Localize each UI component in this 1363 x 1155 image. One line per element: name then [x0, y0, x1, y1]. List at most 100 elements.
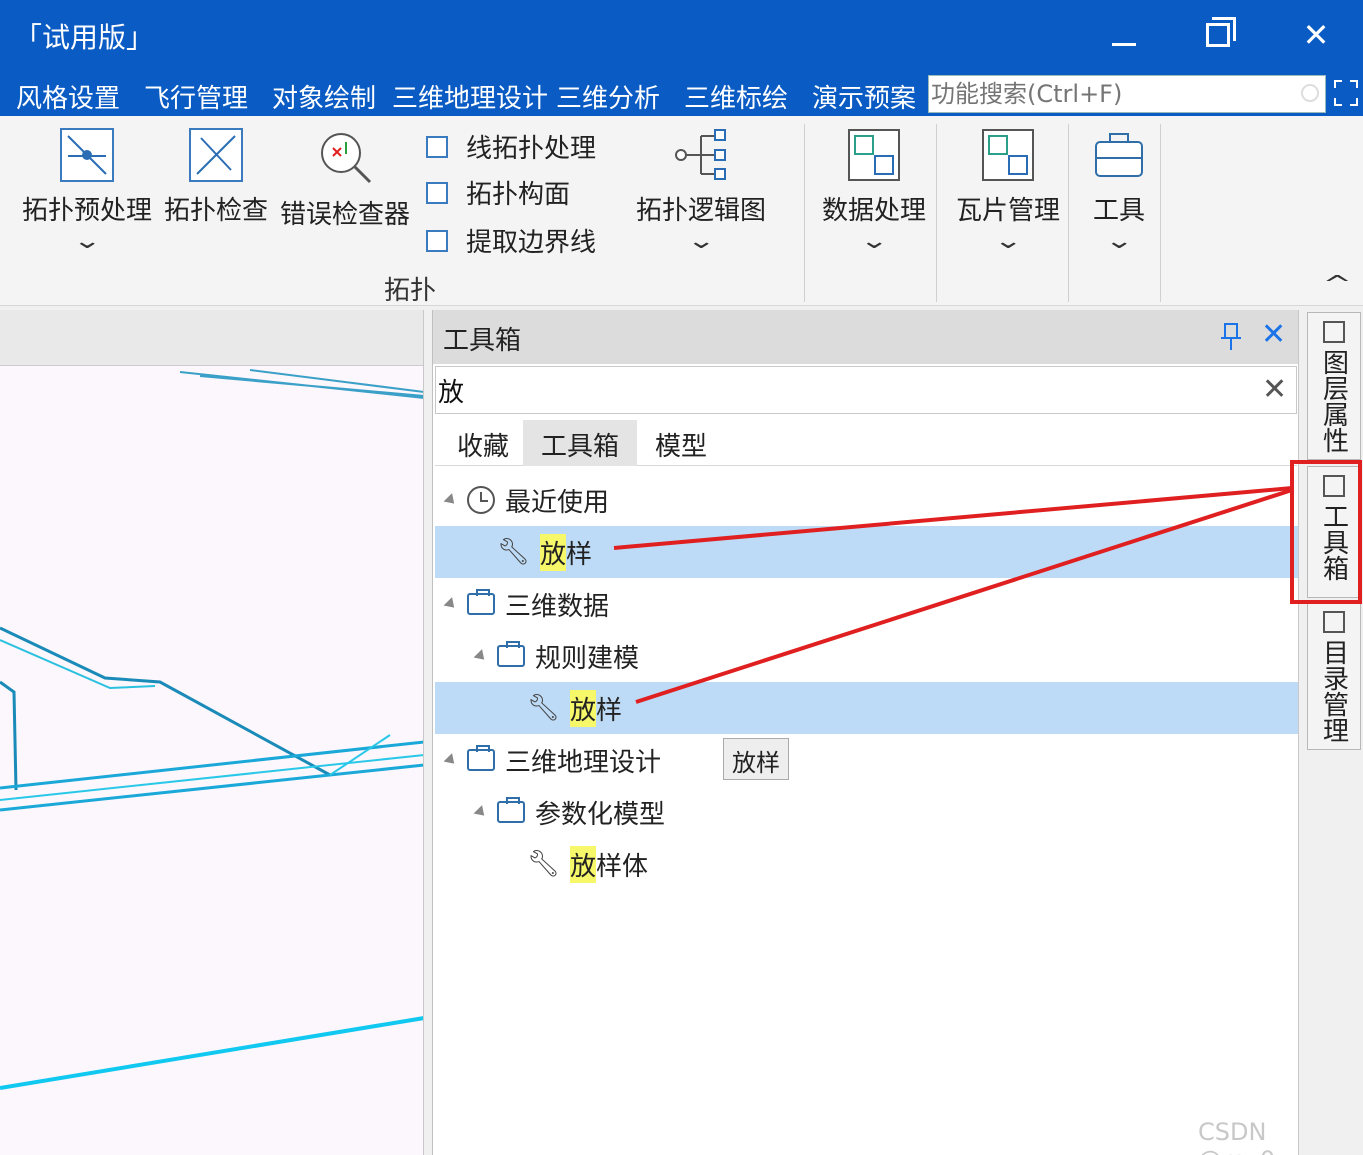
topology-logic-diagram-icon	[675, 129, 726, 180]
toolbox-filter[interactable]: ✕	[435, 366, 1297, 414]
panel-icon	[1323, 321, 1345, 343]
expand-triangle-icon[interactable]	[443, 752, 459, 768]
tile-management-icon	[982, 129, 1034, 181]
wrench-icon: 🔧︎	[497, 537, 531, 567]
dock-tab-label: 目录管理	[1318, 639, 1349, 743]
topology-polygon-button[interactable]: 拓扑构面	[426, 174, 570, 211]
match-highlight: 放	[570, 689, 597, 727]
tooltip: 放样	[723, 738, 789, 780]
tree-node-3d-data[interactable]: 三维数据	[435, 578, 1299, 630]
topology-preprocess-button[interactable]: 拓扑预处理 ⌄	[22, 128, 152, 254]
menu-flight-management[interactable]: 飞行管理	[144, 78, 248, 115]
close-icon[interactable]: ✕	[1261, 320, 1286, 350]
dock-tab-layer-properties[interactable]: 图层属性	[1307, 312, 1361, 460]
toolbox-filter-input[interactable]	[436, 367, 1236, 413]
topology-preprocess-icon	[60, 128, 114, 182]
tree-item-loft-body[interactable]: 🔧︎ 放样体	[435, 838, 1299, 890]
line-topology-icon	[426, 135, 448, 158]
error-checker-button[interactable]: 错误检查器	[280, 128, 410, 231]
dock-tab-label: 工具箱	[1318, 503, 1349, 581]
tree-node-parametric-model[interactable]: 参数化模型	[435, 786, 1299, 838]
topology-polygon-icon	[426, 181, 448, 204]
panel-icon	[1323, 611, 1345, 633]
toolbox-folder-icon	[467, 745, 495, 771]
tab-favorites[interactable]: 收藏	[439, 420, 527, 466]
tree-node-recent[interactable]: 最近使用	[435, 474, 1299, 526]
topology-logic-diagram-label: 拓扑逻辑图	[636, 196, 767, 226]
menu-style-settings[interactable]: 风格设置	[16, 78, 120, 115]
tree-item-lofting-recent[interactable]: 🔧︎ 放样	[435, 526, 1299, 578]
title-bar: 「试用版」 ✕	[0, 0, 1363, 70]
tree-node-label: 参数化模型	[535, 799, 666, 830]
tab-models[interactable]: 模型	[637, 420, 725, 466]
topology-check-label: 拓扑检查	[164, 196, 269, 226]
tile-management-button[interactable]: 瓦片管理 ⌄	[956, 128, 1060, 254]
watermark: CSDN @rex0y	[1198, 1118, 1289, 1155]
tile-management-label: 瓦片管理	[956, 196, 1061, 226]
tree-node-label: 三维地理设计	[505, 747, 662, 778]
topology-check-icon	[189, 128, 243, 182]
topology-check-button[interactable]: 拓扑检查	[164, 128, 268, 227]
data-processing-icon	[848, 129, 900, 181]
chevron-down-icon[interactable]: ⌄	[859, 229, 889, 254]
minimize-icon	[1112, 42, 1136, 46]
match-highlight: 放	[540, 533, 567, 571]
chevron-down-icon[interactable]: ⌄	[1104, 229, 1134, 254]
menu-3d-analysis[interactable]: 三维分析	[556, 78, 660, 115]
function-search-input[interactable]	[929, 76, 1289, 112]
topology-preprocess-label: 拓扑预处理	[22, 196, 153, 226]
tree-node-label: 三维数据	[505, 591, 610, 622]
wrench-icon: 🔧︎	[527, 693, 561, 723]
expand-triangle-icon[interactable]	[443, 596, 459, 612]
search-icon[interactable]	[1301, 84, 1319, 102]
topology-logic-diagram-button[interactable]: 拓扑逻辑图 ⌄	[636, 128, 766, 254]
tree-node-label: 最近使用	[505, 487, 610, 518]
toolbox-folder-icon	[497, 641, 525, 667]
minimize-button[interactable]	[1094, 10, 1154, 60]
extract-boundary-button[interactable]: 提取边界线	[426, 222, 596, 259]
close-icon: ✕	[1302, 16, 1330, 54]
map-viewport[interactable]	[0, 310, 424, 1155]
tree-node-rule-modeling[interactable]: 规则建模	[435, 630, 1299, 682]
expand-triangle-icon[interactable]	[443, 492, 459, 508]
tools-label: 工具	[1092, 196, 1145, 226]
pin-icon[interactable]	[1221, 322, 1241, 352]
tab-toolbox[interactable]: 工具箱	[523, 420, 638, 466]
tree-node-label: 规则建模	[535, 643, 640, 674]
ribbon-collapse-icon[interactable]: ^	[1322, 272, 1352, 297]
menu-3d-plotting[interactable]: 三维标绘	[684, 78, 788, 115]
dock-tab-label: 图层属性	[1318, 349, 1349, 453]
panel-header: 工具箱 ✕	[433, 310, 1299, 364]
error-checker-label: 错误检查器	[280, 200, 411, 230]
function-search-box[interactable]	[928, 75, 1326, 113]
expand-triangle-icon[interactable]	[473, 648, 489, 664]
menu-object-drawing[interactable]: 对象绘制	[272, 78, 376, 115]
data-processing-button[interactable]: 数据处理 ⌄	[822, 128, 926, 254]
fullscreen-icon[interactable]	[1334, 80, 1358, 106]
clock-icon	[467, 486, 495, 514]
maximize-button[interactable]	[1188, 10, 1248, 60]
window-title: 「试用版」	[14, 21, 155, 54]
close-button[interactable]: ✕	[1286, 10, 1346, 60]
tree-item-label: 样体	[596, 851, 649, 882]
magnifier-error-icon	[321, 133, 372, 184]
expand-triangle-icon[interactable]	[473, 804, 489, 820]
menu-3d-geo-design[interactable]: 三维地理设计	[392, 78, 548, 115]
dock-tab-catalog[interactable]: 目录管理	[1307, 602, 1361, 750]
extract-boundary-icon	[426, 229, 448, 252]
tree-node-3d-geo-design[interactable]: 三维地理设计	[435, 734, 1299, 786]
chevron-down-icon[interactable]: ⌄	[993, 229, 1023, 254]
match-highlight: 放	[570, 845, 597, 883]
menu-demo-plan[interactable]: 演示预案	[812, 78, 916, 115]
dock-tab-toolbox[interactable]: 工具箱	[1307, 466, 1361, 598]
line-topology-button[interactable]: 线拓扑处理	[426, 128, 596, 165]
chevron-down-icon[interactable]: ⌄	[72, 229, 102, 254]
right-dock: 图层属性 工具箱 目录管理	[1298, 310, 1363, 1155]
tree-item-label: 样	[596, 695, 623, 726]
scene-lines	[0, 369, 423, 1090]
chevron-down-icon[interactable]: ⌄	[686, 229, 716, 254]
ribbon-separator	[936, 124, 937, 302]
clear-icon[interactable]: ✕	[1262, 375, 1287, 405]
tree-item-lofting[interactable]: 🔧︎ 放样	[435, 682, 1299, 734]
tools-button[interactable]: 工具 ⌄	[1092, 128, 1146, 254]
